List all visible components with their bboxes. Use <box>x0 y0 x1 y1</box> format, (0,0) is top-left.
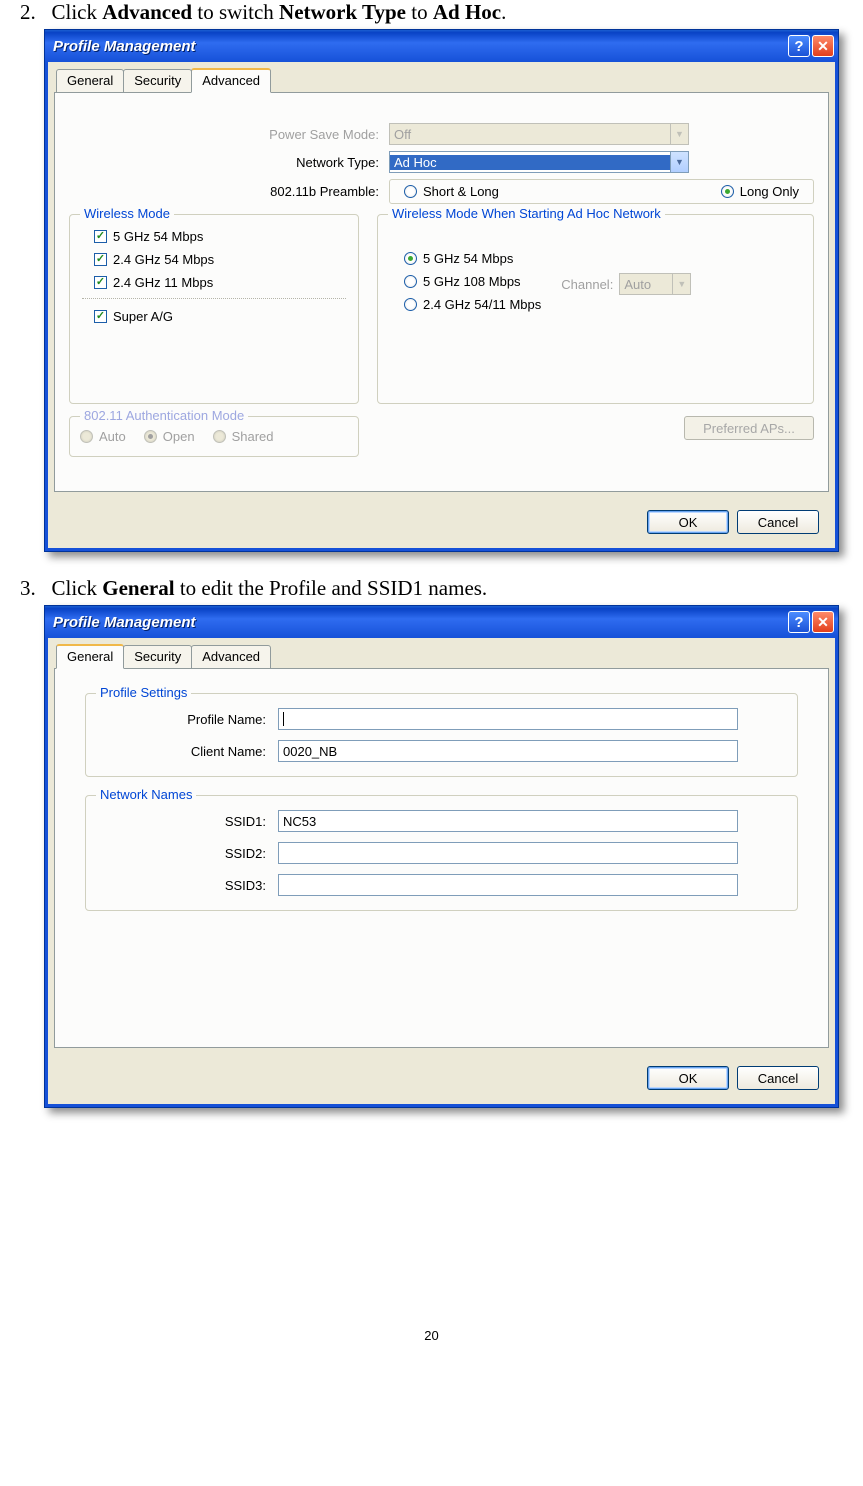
tab-security[interactable]: Security <box>123 645 192 670</box>
tab-strip: General Security Advanced <box>56 68 829 93</box>
advanced-panel: Power Save Mode: Off ▼ Network Type: Ad … <box>54 92 829 492</box>
power-save-mode-combo: Off ▼ <box>389 123 689 145</box>
dialog-body: General Security Advanced Power Save Mod… <box>45 62 838 551</box>
bold-network-type: Network Type <box>279 0 406 24</box>
window-title: Profile Management <box>53 614 786 631</box>
tab-strip: General Security Advanced <box>56 644 829 669</box>
step3-instruction: 3. Click General to edit the Profile and… <box>32 576 855 601</box>
ssid3-input[interactable] <box>278 874 738 896</box>
titlebar: Profile Management ? ✕ <box>45 606 838 638</box>
ssid1-label: SSID1: <box>98 814 278 829</box>
profile-management-dialog-advanced: Profile Management ? ✕ General Security … <box>44 29 839 552</box>
client-name-label: Client Name: <box>98 744 278 759</box>
cancel-button[interactable]: Cancel <box>737 1066 819 1090</box>
help-button[interactable]: ? <box>788 35 810 57</box>
adhoc-mode-legend: Wireless Mode When Starting Ad Hoc Netwo… <box>388 206 665 221</box>
dialog-buttons: OK Cancel <box>54 502 829 542</box>
help-button[interactable]: ? <box>788 611 810 633</box>
ok-button[interactable]: OK <box>647 510 729 534</box>
tab-advanced[interactable]: Advanced <box>191 645 271 670</box>
tab-general[interactable]: General <box>56 69 124 94</box>
tab-general[interactable]: General <box>56 644 124 669</box>
chevron-down-icon[interactable]: ▼ <box>670 152 688 172</box>
network-type-combo[interactable]: Ad Hoc ▼ <box>389 151 689 173</box>
step2-instruction: 2. Click Advanced to switch Network Type… <box>32 0 855 25</box>
network-names-group: Network Names SSID1: NC53 SSID2: SSID3: <box>85 795 798 911</box>
profile-settings-legend: Profile Settings <box>96 685 191 700</box>
radio-adhoc-5-54[interactable]: 5 GHz 54 Mbps <box>404 251 541 266</box>
client-name-input[interactable]: 0020_NB <box>278 740 738 762</box>
channel-label: Channel: <box>561 277 613 292</box>
tab-advanced[interactable]: Advanced <box>191 68 271 93</box>
window-title: Profile Management <box>53 38 786 55</box>
tab-security[interactable]: Security <box>123 69 192 94</box>
chevron-down-icon: ▼ <box>672 274 690 294</box>
radio-long-only[interactable]: Long Only <box>721 184 799 199</box>
page-number: 20 <box>8 1328 855 1343</box>
chk-super-ag[interactable]: ✓Super A/G <box>94 309 173 324</box>
ssid2-input[interactable] <box>278 842 738 864</box>
radio-auth-shared: Shared <box>213 429 274 444</box>
bold-advanced: Advanced <box>102 0 192 24</box>
auth-mode-group: 802.11 Authentication Mode Auto Open Sha… <box>69 416 359 457</box>
general-panel: Profile Settings Profile Name: Client Na… <box>54 668 829 1048</box>
profile-name-input[interactable] <box>278 708 738 730</box>
ssid3-label: SSID3: <box>98 878 278 893</box>
network-type-label: Network Type: <box>69 155 389 170</box>
ok-button[interactable]: OK <box>647 1066 729 1090</box>
cancel-button[interactable]: Cancel <box>737 510 819 534</box>
titlebar: Profile Management ? ✕ <box>45 30 838 62</box>
radio-adhoc-5-108[interactable]: 5 GHz 108 Mbps <box>404 274 541 289</box>
preferred-aps-button: Preferred APs... <box>684 416 814 440</box>
adhoc-mode-group: Wireless Mode When Starting Ad Hoc Netwo… <box>377 214 814 404</box>
bold-adhoc: Ad Hoc <box>433 0 501 24</box>
radio-auth-auto: Auto <box>80 429 126 444</box>
step3-number: 3. <box>20 576 36 600</box>
radio-adhoc-24[interactable]: 2.4 GHz 54/11 Mbps <box>404 297 541 312</box>
step2-number: 2. <box>20 0 36 24</box>
network-names-legend: Network Names <box>96 787 196 802</box>
auth-mode-legend: 802.11 Authentication Mode <box>80 408 248 423</box>
profile-management-dialog-general: Profile Management ? ✕ General Security … <box>44 605 839 1108</box>
power-save-mode-label: Power Save Mode: <box>69 127 389 142</box>
wireless-mode-legend: Wireless Mode <box>80 206 174 221</box>
preamble-label: 802.11b Preamble: <box>69 184 389 199</box>
chk-5ghz-54[interactable]: ✓5 GHz 54 Mbps <box>94 229 346 244</box>
dialog-body: General Security Advanced Profile Settin… <box>45 638 838 1107</box>
ssid2-label: SSID2: <box>98 846 278 861</box>
dialog-buttons: OK Cancel <box>54 1058 829 1098</box>
radio-short-long[interactable]: Short & Long <box>404 184 499 199</box>
close-button[interactable]: ✕ <box>812 35 834 57</box>
profile-settings-group: Profile Settings Profile Name: Client Na… <box>85 693 798 777</box>
bold-general: General <box>102 576 174 600</box>
ssid1-input[interactable]: NC53 <box>278 810 738 832</box>
chk-24ghz-54[interactable]: ✓2.4 GHz 54 Mbps <box>94 252 346 267</box>
radio-auth-open: Open <box>144 429 195 444</box>
chevron-down-icon: ▼ <box>670 124 688 144</box>
close-button[interactable]: ✕ <box>812 611 834 633</box>
channel-combo: Auto ▼ <box>619 273 691 295</box>
chk-24ghz-11[interactable]: ✓2.4 GHz 11 Mbps <box>94 275 346 290</box>
profile-name-label: Profile Name: <box>98 712 278 727</box>
wireless-mode-group: Wireless Mode ✓5 GHz 54 Mbps ✓2.4 GHz 54… <box>69 214 359 404</box>
